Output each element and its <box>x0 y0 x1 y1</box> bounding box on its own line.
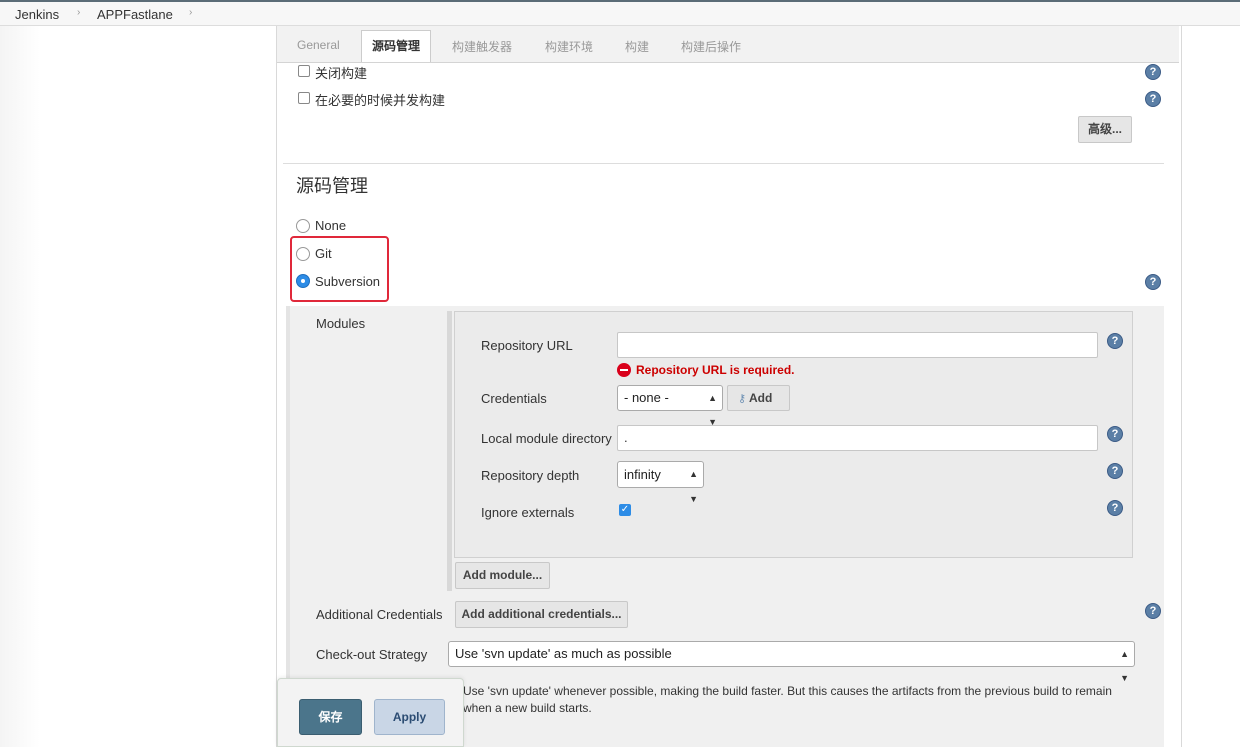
key-icon: ⚷ <box>738 393 747 405</box>
checkout-strategy-description: Use 'svn update' whenever possible, maki… <box>463 684 1112 715</box>
depth-label: Repository depth <box>481 468 580 483</box>
additional-credentials-label: Additional Credentials <box>316 607 443 622</box>
help-icon[interactable]: ? <box>1145 64 1161 80</box>
help-icon[interactable]: ? <box>1107 426 1123 442</box>
repo-url-error-text: Repository URL is required. <box>636 363 795 377</box>
ignore-externals-label: Ignore externals <box>481 505 575 520</box>
highlight-annotation <box>290 236 389 302</box>
credentials-select[interactable]: - none - ▲ ▼ <box>617 385 723 427</box>
save-button[interactable]: 保存 <box>299 699 362 735</box>
depth-select-value: infinity <box>624 467 661 482</box>
concurrent-build-checkbox[interactable] <box>298 92 310 104</box>
tab-build[interactable]: 构建 <box>625 38 649 55</box>
left-sidebar <box>0 26 276 747</box>
checkout-strategy-label: Check-out Strategy <box>316 647 428 662</box>
breadcrumb-chevron-icon: › <box>77 7 81 18</box>
credentials-label: Credentials <box>481 391 547 406</box>
help-icon[interactable]: ? <box>1107 500 1123 516</box>
advanced-button[interactable]: 高级... <box>1078 116 1132 143</box>
add-credentials-label: Add <box>748 391 773 405</box>
local-dir-input[interactable]: . <box>617 425 1098 451</box>
help-icon[interactable]: ? <box>1107 333 1123 349</box>
section-title-scm: 源码管理 <box>296 176 368 196</box>
help-icon[interactable]: ? <box>1145 91 1161 107</box>
depth-select[interactable]: infinity ▲ ▼ <box>617 461 704 504</box>
breadcrumb-appfastlane[interactable]: APPFastlane <box>97 7 173 22</box>
tab-build-environment[interactable]: 构建环境 <box>545 38 593 55</box>
select-arrows-icon: ▲ ▼ <box>689 469 698 504</box>
repo-url-input[interactable] <box>617 332 1098 358</box>
add-credentials-button[interactable]: ⚷ Add <box>727 385 790 411</box>
breadcrumb: Jenkins › APPFastlane › <box>0 0 1240 26</box>
checkout-strategy-value: Use 'svn update' as much as possible <box>455 646 672 661</box>
apply-button[interactable]: Apply <box>374 699 445 735</box>
ignore-externals-checkbox[interactable]: ✓ <box>619 504 631 516</box>
disable-build-checkbox[interactable] <box>298 65 310 77</box>
help-icon[interactable]: ? <box>1145 274 1161 290</box>
breadcrumb-jenkins[interactable]: Jenkins <box>15 7 59 22</box>
breadcrumb-chevron-icon[interactable]: › <box>189 7 192 18</box>
add-additional-credentials-button[interactable]: Add additional credentials... <box>455 601 628 628</box>
local-dir-label: Local module directory <box>481 431 612 446</box>
add-module-button[interactable]: Add module... <box>455 562 550 589</box>
checkout-strategy-select[interactable]: Use 'svn update' as much as possible ▲ ▼ <box>448 641 1135 683</box>
error-icon <box>617 363 631 377</box>
help-icon[interactable]: ? <box>1107 463 1123 479</box>
disable-build-label: 关闭构建 <box>315 66 368 81</box>
credentials-select-value: - none - <box>624 390 669 405</box>
concurrent-build-label: 在必要的时候并发构建 <box>315 93 446 108</box>
repo-url-label: Repository URL <box>481 338 573 353</box>
modules-strip <box>447 311 452 591</box>
radio-none[interactable] <box>296 219 310 233</box>
modules-label: Modules <box>316 316 366 331</box>
tab-post-build[interactable]: 构建后操作 <box>681 38 741 55</box>
help-icon[interactable]: ? <box>1145 603 1161 619</box>
tab-build-triggers[interactable]: 构建触发器 <box>452 38 512 55</box>
tab-scm[interactable]: 源码管理 <box>361 30 431 62</box>
tab-general[interactable]: General <box>297 38 340 52</box>
repo-url-error: Repository URL is required. <box>617 363 794 377</box>
radio-none-label: None <box>315 218 347 233</box>
section-divider <box>283 163 1164 164</box>
